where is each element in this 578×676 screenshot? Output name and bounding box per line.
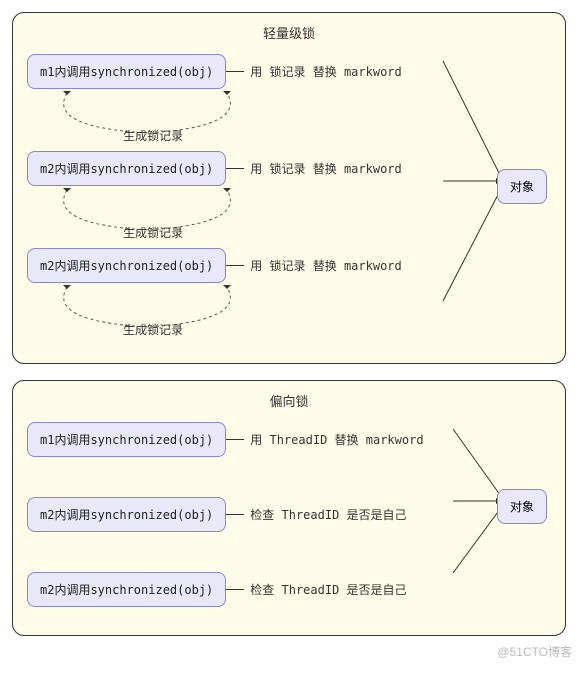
edge-line [226, 168, 244, 169]
edge-line [226, 71, 244, 72]
edge-label: 检查 ThreadID 是否是自己 [250, 506, 406, 523]
edge-label: 用 锁记录 替换 markword [250, 63, 401, 80]
diagram-row: m1内调用synchronized(obj) 用 锁记录 替换 markword [27, 54, 551, 89]
self-loop: 生成锁记录 [37, 93, 551, 149]
sync-call-node: m2内调用synchronized(obj) [27, 151, 226, 186]
edge-label: 检查 ThreadID 是否是自己 [250, 581, 406, 598]
edge-label: 用 锁记录 替换 markword [250, 257, 401, 274]
panel-title: 偏向锁 [27, 391, 551, 410]
diagram-row: m2内调用synchronized(obj) 用 锁记录 替换 markword [27, 248, 551, 283]
edge-line [226, 439, 244, 440]
panel-title: 轻量级锁 [27, 23, 551, 42]
panel-biased-lock: 偏向锁 对象 m1内调用synchronized(obj) 用 ThreadID… [12, 380, 566, 636]
loop-label: 生成锁记录 [123, 321, 183, 338]
sync-call-node: m2内调用synchronized(obj) [27, 248, 226, 283]
loop-label: 生成锁记录 [123, 127, 183, 144]
panel-lightweight-lock: 轻量级锁 对象 m1内调用synchronized(obj) 用 锁记录 替换 … [12, 12, 566, 364]
edge-line [226, 514, 244, 515]
sync-call-node: m1内调用synchronized(obj) [27, 54, 226, 89]
edge-label: 用 锁记录 替换 markword [250, 160, 401, 177]
sync-call-node: m2内调用synchronized(obj) [27, 497, 226, 532]
diagram-row: m2内调用synchronized(obj) 用 锁记录 替换 markword [27, 151, 551, 186]
diagram-row: m1内调用synchronized(obj) 用 ThreadID 替换 mar… [27, 422, 551, 457]
edge-line [226, 265, 244, 266]
watermark-text: @51CTO博客 [497, 643, 572, 660]
self-loop: 生成锁记录 [37, 190, 551, 246]
sync-call-node: m2内调用synchronized(obj) [27, 572, 226, 607]
diagram-row: m2内调用synchronized(obj) 检查 ThreadID 是否是自己 [27, 497, 551, 532]
self-loop: 生成锁记录 [37, 287, 551, 343]
edge-line [226, 589, 244, 590]
edge-label: 用 ThreadID 替换 markword [250, 431, 423, 448]
sync-call-node: m1内调用synchronized(obj) [27, 422, 226, 457]
loop-label: 生成锁记录 [123, 224, 183, 241]
diagram-row: m2内调用synchronized(obj) 检查 ThreadID 是否是自己 [27, 572, 551, 607]
